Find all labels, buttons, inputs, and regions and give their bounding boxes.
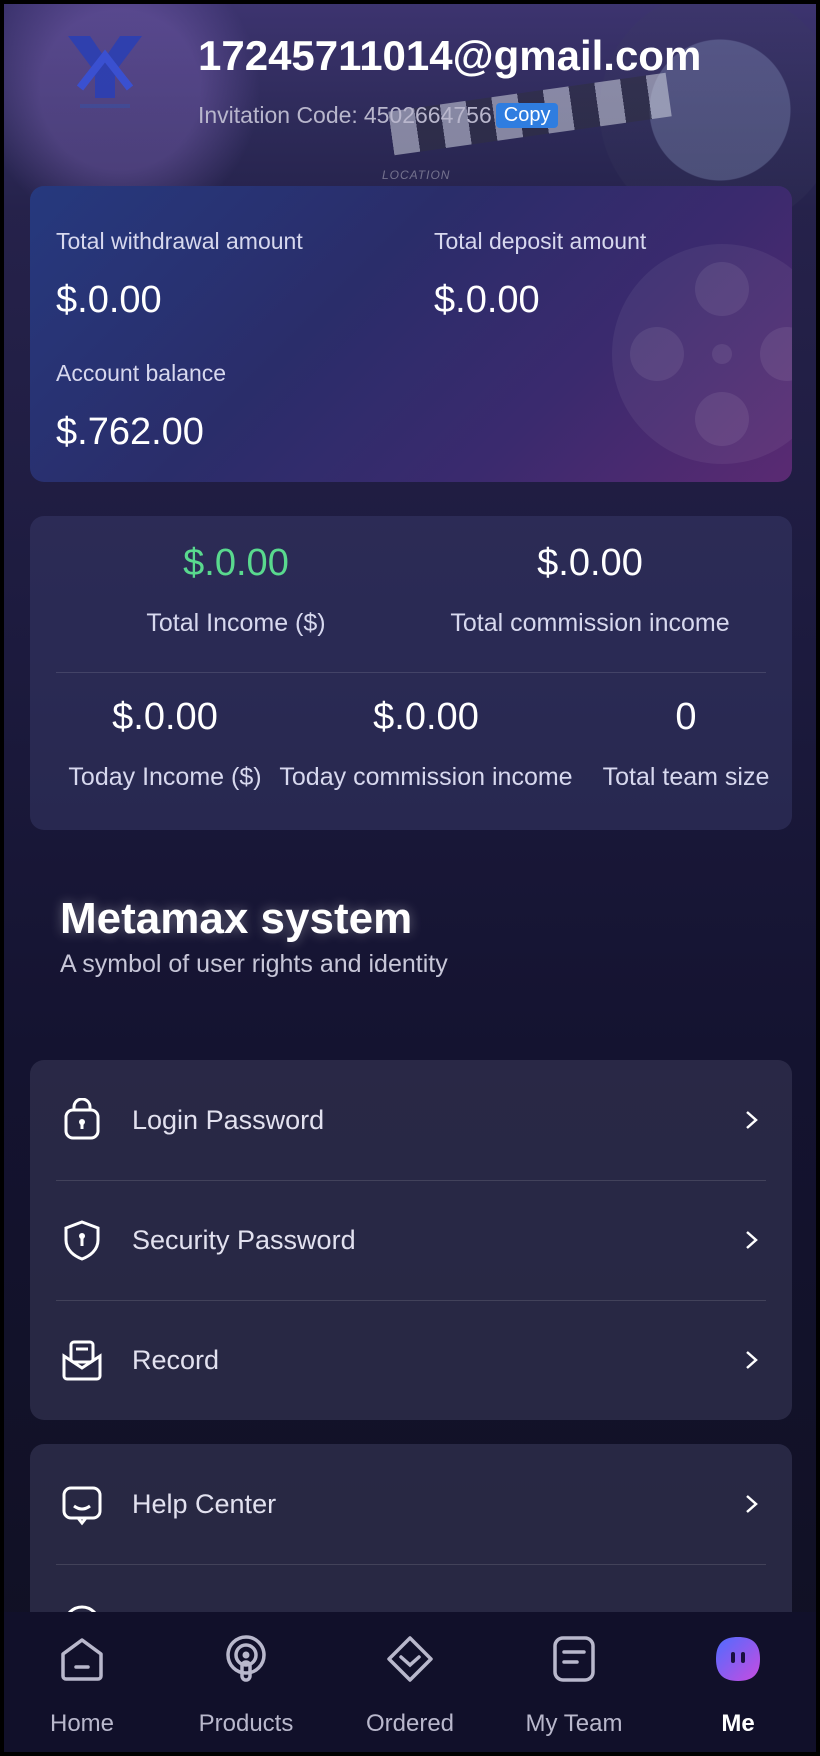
- today-commission-value: $.0.00: [373, 696, 479, 738]
- deposit-value: $.0.00: [434, 279, 540, 321]
- total-withdrawal: Total withdrawal amount $.0.00: [56, 228, 303, 322]
- team-size-label: Total team size: [602, 763, 770, 791]
- withdrawal-label: Total withdrawal amount: [56, 228, 303, 254]
- menu-item-security-password[interactable]: Security Password: [30, 1180, 792, 1300]
- chevron-right-icon: [746, 1231, 758, 1249]
- chevron-right-icon: [746, 1111, 758, 1129]
- me-icon: [716, 1637, 760, 1681]
- lock-icon: [64, 1098, 100, 1140]
- copy-button[interactable]: Copy: [495, 103, 559, 128]
- chevron-right-icon: [746, 1351, 758, 1369]
- team-size-stat: 0 Total team size: [586, 696, 786, 792]
- today-commission-stat: $.0.00 Today commission income: [266, 696, 586, 792]
- record-icon: [62, 1340, 102, 1381]
- menu-item-login-password[interactable]: Login Password: [30, 1060, 792, 1180]
- deposit-label: Total deposit amount: [434, 228, 647, 254]
- system-title: Metamax system: [60, 894, 413, 943]
- nav-me[interactable]: Me: [656, 1612, 820, 1756]
- ordered-icon: [387, 1636, 433, 1682]
- podcast-icon: [226, 1635, 266, 1682]
- today-income-label: Today Income ($): [68, 763, 262, 791]
- today-income-value: $.0.00: [112, 696, 218, 738]
- nav-label-ordered: Ordered: [365, 1710, 455, 1737]
- account-menu-card: Login Password Security Password Record: [30, 1060, 792, 1420]
- menu-item-help-center[interactable]: Help Center: [30, 1444, 792, 1564]
- invitation-code: 4502664756: [363, 102, 492, 128]
- user-email: 17245711014@gmail.com: [198, 32, 702, 79]
- invitation-label: Invitation Code:: [198, 102, 358, 128]
- team-size-value: 0: [675, 696, 697, 738]
- profile-header: LOCATION 17245711014@gmail.com Invitatio…: [0, 0, 820, 210]
- menu-label-help-center: Help Center: [132, 1488, 277, 1519]
- menu-label-record: Record: [132, 1344, 220, 1375]
- nav-label-me: Me: [721, 1710, 755, 1737]
- total-commission-value: $.0.00: [537, 542, 643, 584]
- nav-label-home: Home: [49, 1710, 115, 1737]
- menu-label-security-password: Security Password: [132, 1224, 356, 1255]
- account-balance-value: $.762.00: [56, 411, 204, 453]
- total-deposit: Total deposit amount $.0.00: [434, 228, 646, 322]
- total-income-label: Total Income ($): [146, 609, 326, 637]
- help-chat-icon: [62, 1486, 102, 1526]
- today-income-stat: $.0.00 Today Income ($): [50, 696, 280, 792]
- clapper-text: LOCATION: [382, 168, 451, 182]
- total-commission-label: Total commission income: [450, 609, 730, 637]
- income-stats-card: $.0.00 Total Income ($) $.0.00 Total com…: [30, 516, 792, 830]
- today-commission-label: Today commission income: [279, 763, 573, 791]
- chevron-right-icon: [746, 1495, 758, 1513]
- brand-logo-icon: [68, 36, 142, 108]
- account-balance: Account balance $.762.00: [56, 360, 226, 454]
- nav-my-team[interactable]: My Team: [492, 1612, 656, 1756]
- system-subtitle: A symbol of user rights and identity: [60, 950, 448, 978]
- stats-divider: [56, 672, 766, 673]
- invitation-row: Invitation Code: 4502664756 Copy: [198, 102, 559, 129]
- balance-card: Total withdrawal amount $.0.00 Total dep…: [30, 186, 792, 482]
- total-income-stat: $.0.00 Total Income ($): [86, 542, 386, 638]
- nav-label-products: Products: [198, 1710, 294, 1737]
- menu-item-record[interactable]: Record: [30, 1300, 792, 1420]
- nav-products[interactable]: Products: [164, 1612, 328, 1756]
- menu-label-login-password: Login Password: [132, 1104, 325, 1135]
- total-commission-stat: $.0.00 Total commission income: [410, 542, 770, 638]
- nav-home[interactable]: Home: [0, 1612, 164, 1756]
- total-income-value: $.0.00: [183, 542, 289, 584]
- nav-label-my-team: My Team: [525, 1710, 623, 1737]
- withdrawal-value: $.0.00: [56, 279, 162, 321]
- team-doc-icon: [553, 1636, 595, 1682]
- bottom-nav: Home Products Ordered My Team Me: [0, 1612, 820, 1756]
- nav-ordered[interactable]: Ordered: [328, 1612, 492, 1756]
- account-balance-label: Account balance: [56, 360, 227, 386]
- shield-icon: [64, 1220, 100, 1261]
- home-icon: [61, 1638, 103, 1681]
